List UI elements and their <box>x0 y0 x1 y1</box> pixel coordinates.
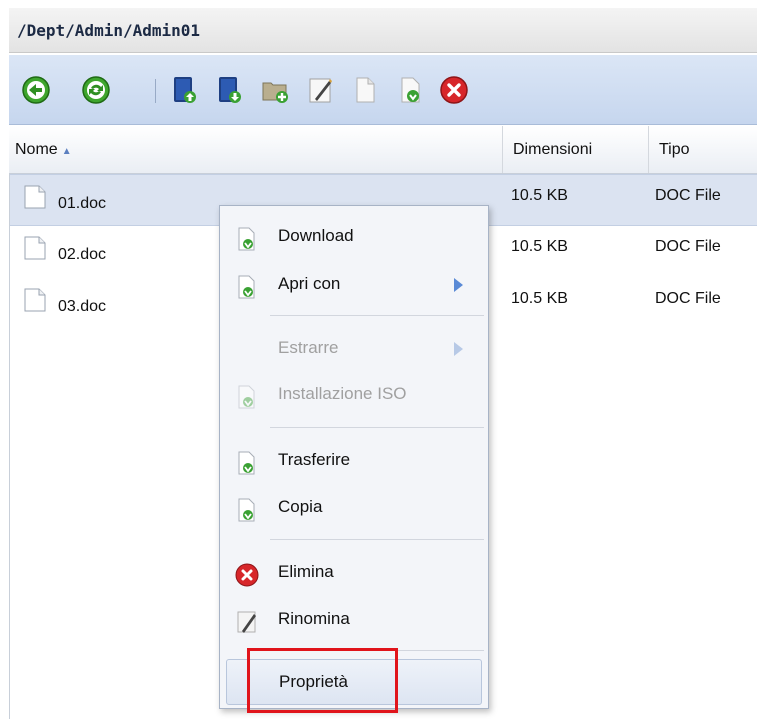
file-size: 10.5 KB <box>511 290 568 307</box>
file-name: 03.doc <box>58 298 107 315</box>
menu-item-iso-install: Installazione ISO <box>220 374 488 418</box>
move-icon[interactable] <box>395 75 425 105</box>
document-icon <box>24 236 46 260</box>
menu-item-label: Estrarre <box>278 338 339 357</box>
rename-icon <box>234 609 260 635</box>
download-icon <box>234 226 260 252</box>
new-folder-icon[interactable] <box>260 75 290 105</box>
delete-icon[interactable] <box>439 75 469 105</box>
column-name-label: Nome <box>15 141 58 158</box>
rename-icon[interactable] <box>305 75 335 105</box>
file-type: DOC File <box>655 187 721 204</box>
upload-icon[interactable] <box>169 75 199 105</box>
toolbar-separator <box>155 79 156 103</box>
highlight-box <box>247 648 398 713</box>
menu-item-label: Trasferire <box>278 450 351 469</box>
menu-item-label: Rinomina <box>278 609 350 628</box>
column-type-header[interactable]: Tipo <box>649 126 757 173</box>
menu-item-label: Apri con <box>278 274 341 293</box>
menu-separator <box>270 427 484 428</box>
menu-item-extract: Estrarre <box>220 328 488 372</box>
menu-item-copy[interactable]: Copia <box>220 487 488 531</box>
refresh-icon[interactable] <box>81 75 111 105</box>
file-name: 02.doc <box>58 246 107 263</box>
document-icon <box>24 288 46 312</box>
file-type: DOC File <box>655 290 721 307</box>
submenu-arrow-icon <box>454 278 463 292</box>
menu-separator <box>270 315 484 316</box>
menu-item-label: Elimina <box>278 562 334 581</box>
column-size-header[interactable]: Dimensioni <box>503 126 649 173</box>
column-name-header[interactable]: Nome ▲ <box>9 126 503 173</box>
context-menu: Download Apri con Estrarre Installazione… <box>219 205 489 709</box>
file-size: 10.5 KB <box>511 238 568 255</box>
menu-item-download[interactable]: Download <box>220 216 488 260</box>
sort-ascending-icon: ▲ <box>61 146 72 157</box>
menu-item-label: Installazione ISO <box>278 384 407 403</box>
path-bar: /Dept/Admin/Admin01 <box>9 8 757 53</box>
iso-install-icon <box>234 384 260 410</box>
submenu-arrow-icon <box>454 342 463 356</box>
file-size: 10.5 KB <box>511 187 568 204</box>
toolbar <box>9 55 757 125</box>
transfer-icon <box>234 450 260 476</box>
back-icon[interactable] <box>21 75 51 105</box>
column-header: Nome ▲ Dimensioni Tipo <box>9 126 757 174</box>
download-icon[interactable] <box>214 75 244 105</box>
menu-separator <box>270 539 484 540</box>
copy-icon[interactable] <box>350 75 380 105</box>
menu-item-rename[interactable]: Rinomina <box>220 599 488 643</box>
menu-item-label: Download <box>278 226 354 245</box>
document-icon <box>24 185 46 209</box>
menu-item-label: Copia <box>278 497 323 516</box>
menu-item-open-with[interactable]: Apri con <box>220 264 488 308</box>
open-with-icon <box>234 274 260 300</box>
file-name: 01.doc <box>58 195 107 212</box>
copy-icon <box>234 497 260 523</box>
file-type: DOC File <box>655 238 721 255</box>
delete-icon <box>234 562 260 588</box>
path-title: /Dept/Admin/Admin01 <box>17 21 201 40</box>
menu-item-delete[interactable]: Elimina <box>220 552 488 596</box>
menu-item-transfer[interactable]: Trasferire <box>220 440 488 484</box>
